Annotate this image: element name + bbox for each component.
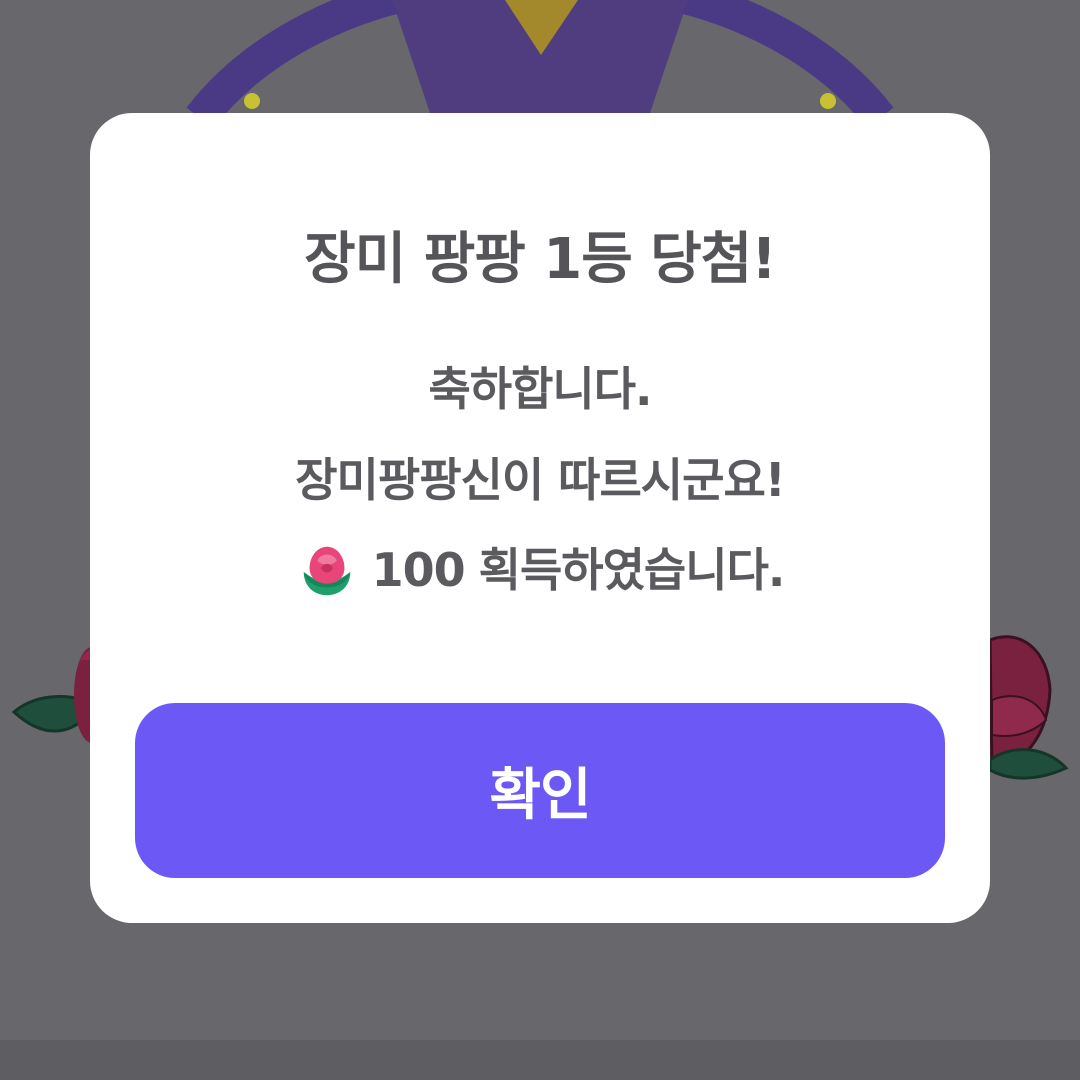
confirm-button-label: 확인: [489, 763, 591, 828]
dialog-title: 장미 팡팡 1등 당첨!: [304, 227, 777, 292]
bottom-bar: [0, 1040, 1080, 1080]
confirm-button[interactable]: 확인: [135, 703, 945, 878]
rose-icon: [303, 546, 350, 596]
reward-amount: 100: [371, 543, 466, 597]
congrats-message: 축하합니다.: [428, 362, 652, 416]
right-rose-icon: [988, 635, 1069, 780]
wheel-pointer-icon: [392, 0, 688, 113]
luck-message: 장미팡팡신이 따르시군요!: [295, 453, 786, 507]
reward-message: 100 획득하였습니다.: [0, 539, 1080, 601]
reward-suffix: 획득하였습니다.: [478, 543, 786, 597]
